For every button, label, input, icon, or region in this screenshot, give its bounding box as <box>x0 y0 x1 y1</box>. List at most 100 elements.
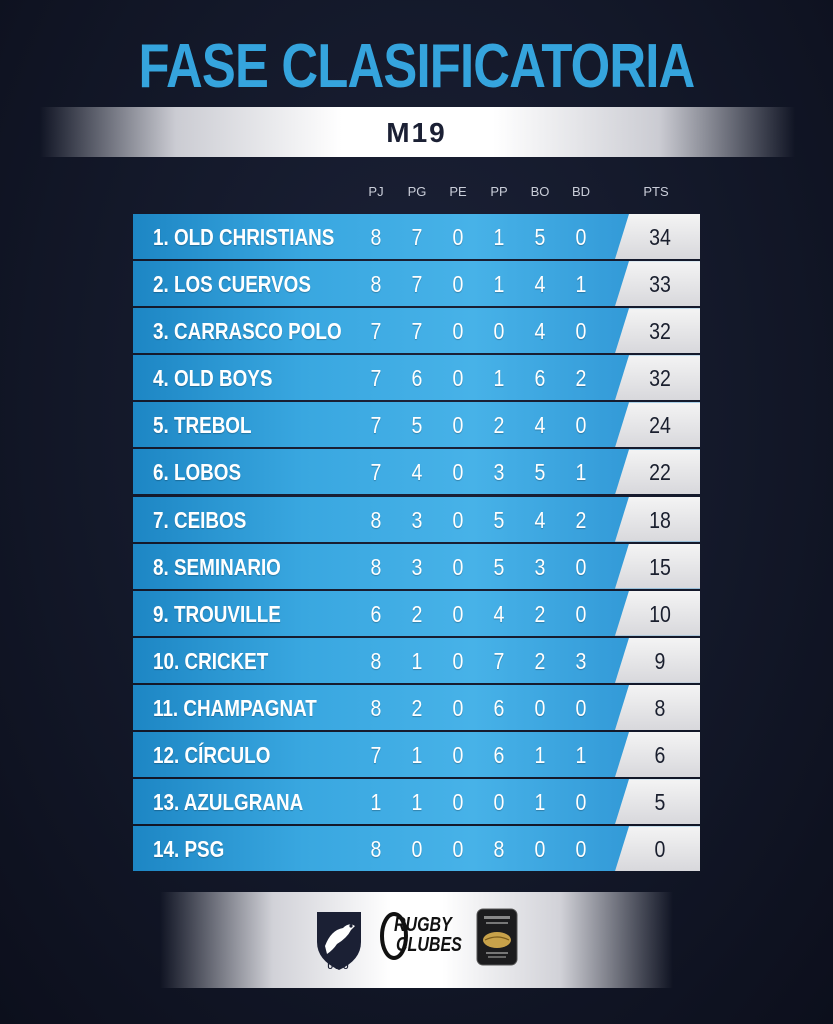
stat-bo: 1 <box>534 742 546 769</box>
stat-pj: 7 <box>370 365 382 392</box>
stat-pe: 0 <box>452 365 464 392</box>
table-row: 13. AZULGRANA 1 1 0 0 1 0 5 <box>133 779 700 825</box>
table-row: 10. CRICKET 8 1 0 7 2 3 9 <box>133 637 700 683</box>
stat-bo: 5 <box>534 224 546 250</box>
stat-pp: 5 <box>493 506 505 533</box>
stat-pj: 8 <box>370 694 382 721</box>
team-name: 10. CRICKET <box>153 647 269 674</box>
stat-bd: 0 <box>575 553 587 580</box>
table-row: 4. OLD BOYS 7 6 0 1 6 2 32 <box>133 355 700 401</box>
stat-pj: 8 <box>370 224 382 250</box>
stat-pe: 0 <box>452 600 464 627</box>
stat-pp: 3 <box>493 459 505 486</box>
stat-pj: 8 <box>370 271 382 298</box>
stat-pg: 2 <box>411 694 423 721</box>
col-header-pg: PG <box>407 184 427 199</box>
stat-pj: 8 <box>370 553 382 580</box>
points-value: 0 <box>654 836 666 863</box>
stat-bo: 3 <box>534 553 546 580</box>
stat-pe: 0 <box>452 647 464 674</box>
stat-pp: 0 <box>493 318 505 345</box>
stat-bd: 0 <box>575 694 587 721</box>
stat-pp: 0 <box>493 789 505 816</box>
table-row: 1. OLD CHRISTIANS 8 7 0 1 5 0 34 <box>133 214 700 259</box>
stat-bd: 1 <box>575 459 587 486</box>
team-name: 9. TROUVILLE <box>153 600 281 627</box>
stat-pe: 0 <box>452 224 464 250</box>
stat-pe: 0 <box>452 318 464 345</box>
stat-pg: 7 <box>411 271 423 298</box>
stat-pj: 7 <box>370 412 382 439</box>
stat-bd: 1 <box>575 742 587 769</box>
points-value: 5 <box>654 789 666 816</box>
stat-pj: 1 <box>370 789 382 816</box>
team-name: 3. CARRASCO POLO <box>153 318 342 345</box>
stat-bo: 4 <box>534 412 546 439</box>
stat-pj: 8 <box>370 647 382 674</box>
table-row: 5. TREBOL 7 5 0 2 4 0 24 <box>133 402 700 448</box>
points-value: 10 <box>649 600 671 627</box>
stat-pe: 0 <box>452 742 464 769</box>
table-row: 12. CÍRCULO 7 1 0 6 1 1 6 <box>133 732 700 778</box>
stat-bo: 0 <box>534 694 546 721</box>
stat-pp: 4 <box>493 600 505 627</box>
stat-pj: 7 <box>370 318 382 345</box>
stat-pg: 7 <box>411 318 423 345</box>
stat-bd: 0 <box>575 318 587 345</box>
table-row: 6. LOBOS 7 4 0 3 5 1 22 <box>133 449 700 495</box>
stat-bo: 4 <box>534 318 546 345</box>
stat-pj: 6 <box>370 600 382 627</box>
stat-pp: 8 <box>493 836 505 863</box>
stat-bo: 2 <box>534 647 546 674</box>
team-name: 11. CHAMPAGNAT <box>153 694 317 721</box>
team-name: 4. OLD BOYS <box>153 365 273 392</box>
team-name: 8. SEMINARIO <box>153 553 281 580</box>
col-header-pe: PE <box>449 184 467 199</box>
table-row: 14. PSG 8 0 0 8 0 0 0 <box>133 826 700 872</box>
stat-bd: 0 <box>575 412 587 439</box>
team-name: 6. LOBOS <box>153 459 242 486</box>
stat-bo: 6 <box>534 365 546 392</box>
team-name: 1. OLD CHRISTIANS <box>153 224 335 250</box>
col-header-bd: BD <box>571 184 591 199</box>
points-value: 6 <box>654 742 666 769</box>
stat-pj: 7 <box>370 459 382 486</box>
stat-bo: 0 <box>534 836 546 863</box>
page-title: FASE CLASIFICATORIA <box>138 32 696 101</box>
team-name: 2. LOS CUERVOS <box>153 271 311 298</box>
stat-bd: 0 <box>575 600 587 627</box>
points-value: 32 <box>649 365 671 392</box>
stat-bd: 3 <box>575 647 587 674</box>
stat-pe: 0 <box>452 836 464 863</box>
stat-bd: 2 <box>575 506 587 533</box>
uru-label: URU <box>327 962 351 971</box>
stat-pg: 3 <box>411 506 423 533</box>
stat-pe: 0 <box>452 553 464 580</box>
stat-pj: 8 <box>370 836 382 863</box>
stat-pp: 2 <box>493 412 505 439</box>
points-value: 33 <box>649 271 671 298</box>
standings-table: 1. OLD CHRISTIANS 8 7 0 1 5 0 34 2. LOS CUERVOS 8… <box>133 214 700 873</box>
stat-pe: 0 <box>452 459 464 486</box>
table-row: 8. SEMINARIO 8 3 0 5 3 0 15 <box>133 543 700 589</box>
team-name: 5. TREBOL <box>153 412 252 439</box>
stat-bo: 2 <box>534 600 546 627</box>
rugby-clubes-text-bottom: CLUBES <box>396 934 462 956</box>
category-subtitle: M19 <box>386 117 447 148</box>
points-value: 32 <box>649 318 671 345</box>
stat-bo: 5 <box>534 459 546 486</box>
points-value: 22 <box>649 459 671 486</box>
stat-bd: 0 <box>575 836 587 863</box>
points-value: 18 <box>649 506 671 533</box>
stat-pj: 7 <box>370 742 382 769</box>
stat-pp: 6 <box>493 742 505 769</box>
stat-bd: 0 <box>575 789 587 816</box>
stat-pp: 5 <box>493 553 505 580</box>
stat-bd: 2 <box>575 365 587 392</box>
points-value: 34 <box>649 224 671 250</box>
stat-pp: 1 <box>493 224 505 250</box>
stat-pg: 1 <box>411 647 423 674</box>
team-name: 14. PSG <box>153 836 225 863</box>
table-row: 11. CHAMPAGNAT 8 2 0 6 0 0 8 <box>133 684 700 730</box>
stat-bo: 1 <box>534 789 546 816</box>
